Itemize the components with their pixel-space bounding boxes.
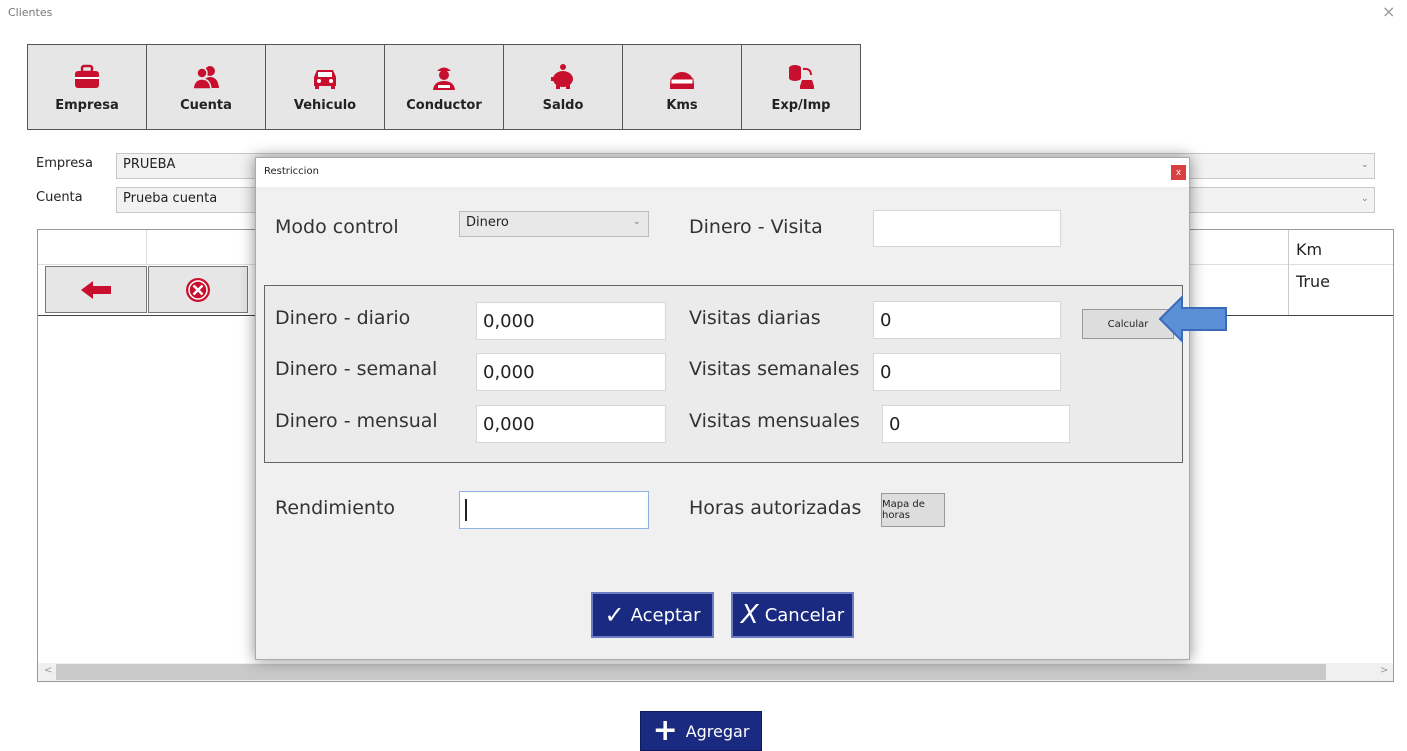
toolbar-vehiculo-button[interactable]: Vehiculo [265, 44, 385, 130]
toolbar-empresa-button[interactable]: Empresa [27, 44, 147, 130]
dinero-mensual-label: Dinero - mensual [275, 410, 438, 432]
toolbar-vehiculo-label: Vehiculo [293, 97, 357, 113]
visitas-mensuales-label: Visitas mensuales [689, 410, 860, 432]
visitas-diarias-label: Visitas diarias [689, 307, 821, 329]
rendimiento-label: Rendimiento [275, 497, 396, 519]
cuenta-select-value: Prueba cuenta [123, 191, 218, 206]
aceptar-button[interactable]: ✓ Aceptar [591, 592, 714, 638]
toolbar-kms-button[interactable]: Kms [622, 44, 742, 130]
users-icon [192, 65, 219, 90]
visitas-semanales-label: Visitas semanales [689, 358, 860, 380]
dialog-title: Restriccion [264, 166, 319, 177]
toolbar-kms-label: Kms [666, 97, 698, 113]
visitas-diarias-input[interactable]: 0 [873, 301, 1061, 339]
visitas-semanales-input[interactable]: 0 [873, 353, 1061, 391]
aceptar-label: Aceptar [630, 604, 701, 626]
window-close-icon[interactable]: × [1382, 2, 1395, 21]
toolbar-cuenta-label: Cuenta [180, 97, 232, 113]
add-button[interactable]: + Agregar [640, 711, 762, 751]
modo-control-select[interactable]: Dinero ⌄ [459, 211, 649, 237]
empresa-select-value: PRUEBA [123, 157, 176, 172]
car-icon [314, 69, 336, 89]
dinero-mensual-input[interactable]: 0,000 [476, 405, 666, 443]
arrow-left-icon [81, 280, 111, 299]
main-toolbar: Empresa Cuenta Vehiculo Conductor Saldo … [27, 44, 861, 130]
grid-back-button[interactable] [45, 266, 147, 313]
mapa-horas-button[interactable]: Mapa de horas [881, 493, 945, 527]
toolbar-conductor-button[interactable]: Conductor [384, 44, 504, 130]
x-icon: X [740, 600, 759, 630]
scroll-right-icon[interactable]: > [1380, 665, 1388, 676]
toolbar-saldo-button[interactable]: Saldo [503, 44, 623, 130]
visitas-mensuales-input[interactable]: 0 [882, 405, 1070, 443]
restriccion-dialog: Restriccion x Modo control Dinero ⌄ Dine… [255, 157, 1190, 660]
grid-column-divider [1288, 230, 1289, 316]
annotation-arrow-icon [1158, 294, 1227, 344]
cancelar-label: Cancelar [764, 604, 845, 626]
rendimiento-input[interactable] [459, 491, 649, 529]
dialog-titlebar [256, 158, 1189, 187]
dinero-semanal-label: Dinero - semanal [275, 358, 438, 380]
plus-icon: + [652, 713, 678, 748]
toolbar-saldo-label: Saldo [542, 97, 584, 113]
dinero-diario-input[interactable]: 0,000 [476, 302, 666, 340]
cancel-circle-icon [186, 277, 210, 302]
database-car-icon [789, 64, 814, 89]
chevron-down-icon: ⌄ [633, 217, 641, 227]
cancelar-button[interactable]: X Cancelar [731, 592, 854, 638]
text-cursor [465, 499, 467, 521]
window-title: Clientes [8, 6, 53, 19]
toolbar-expimp-button[interactable]: Exp/Imp [741, 44, 861, 130]
cuenta-label: Cuenta [36, 190, 83, 205]
chevron-down-icon: ⌄ [1361, 194, 1369, 204]
empresa-label: Empresa [36, 156, 93, 171]
horas-autorizadas-label: Horas autorizadas [689, 497, 862, 519]
grid-column-divider [146, 230, 147, 264]
modo-control-label: Modo control [275, 216, 399, 238]
chevron-down-icon: ⌄ [1361, 160, 1369, 170]
briefcase-icon [75, 64, 99, 88]
dinero-visita-label: Dinero - Visita [689, 216, 823, 238]
grid-header-km[interactable]: Km [1296, 240, 1322, 259]
toolbar-empresa-label: Empresa [55, 97, 119, 113]
dinero-diario-label: Dinero - diario [275, 307, 411, 329]
dinero-semanal-input[interactable]: 0,000 [476, 353, 666, 391]
scrollbar-thumb[interactable] [56, 664, 1326, 680]
driver-icon [433, 67, 455, 90]
grid-delete-button[interactable] [148, 266, 248, 313]
odometer-icon [670, 71, 694, 89]
toolbar-expimp-label: Exp/Imp [771, 97, 831, 113]
piggy-bank-icon [551, 63, 573, 89]
toolbar-cuenta-button[interactable]: Cuenta [146, 44, 266, 130]
add-button-label: Agregar [685, 721, 750, 741]
toolbar-conductor-label: Conductor [406, 97, 482, 113]
check-icon: ✓ [604, 601, 625, 629]
scroll-left-icon[interactable]: < [44, 665, 52, 676]
close-icon: x [1175, 167, 1182, 178]
dialog-close-button[interactable]: x [1171, 165, 1186, 180]
modo-control-value: Dinero [466, 215, 509, 230]
grid-cell-km[interactable]: True [1296, 272, 1330, 291]
dinero-visita-input[interactable] [873, 210, 1061, 247]
